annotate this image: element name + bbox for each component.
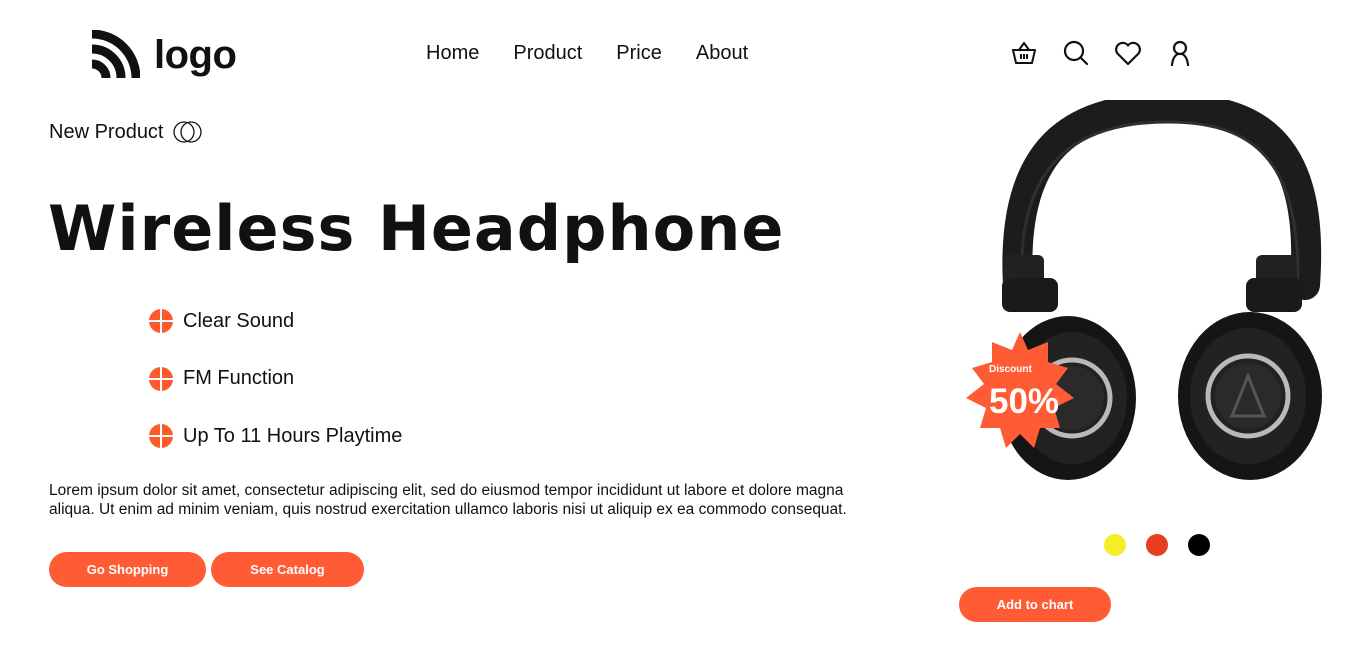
rings-icon [172,121,202,143]
nav-product[interactable]: Product [513,42,582,65]
plus-circle-icon [149,366,173,391]
list-item: Up To 11 Hours Playtime [149,423,402,449]
feature-label: Up To 11 Hours Playtime [183,424,403,447]
see-catalog-button[interactable]: See Catalog [211,552,364,587]
header-icons [1010,38,1194,68]
color-swatch-red[interactable] [1146,534,1168,556]
color-swatch-black[interactable] [1188,534,1210,556]
product-description: Lorem ipsum dolor sit amet, consectetur … [49,482,847,518]
search-icon[interactable] [1062,38,1090,68]
logo[interactable]: logo [90,30,237,80]
add-to-cart-button[interactable]: Add to chart [959,587,1111,622]
user-icon[interactable] [1166,38,1194,68]
page-title: Wireless Headphone [48,192,785,265]
discount-label: Discount [989,364,1032,375]
nav-home[interactable]: Home [426,42,479,65]
color-swatch-yellow[interactable] [1104,534,1126,556]
nav-price[interactable]: Price [616,42,662,65]
logo-text: logo [154,32,237,77]
feature-label: Clear Sound [183,309,295,332]
discount-value: 50% [989,382,1059,421]
new-product-tag: New Product [49,120,204,144]
headphone-image: Discount 50% [966,100,1322,480]
plus-circle-icon [149,309,173,333]
feature-label: FM Function [183,367,295,389]
nav-about[interactable]: About [696,42,748,65]
go-shopping-button[interactable]: Go Shopping [49,552,206,587]
logo-mark-icon [91,30,140,79]
new-product-label: New Product [49,120,164,143]
list-item: Clear Sound [149,308,402,334]
basket-icon[interactable] [1010,38,1038,68]
plus-circle-icon [149,424,173,448]
color-options [1104,534,1210,556]
list-item: FM Function [149,366,402,392]
main-nav: Home Product Price About [426,42,748,65]
heart-icon[interactable] [1114,38,1142,68]
feature-list: Clear Sound FM Function Up To 11 Hours P… [149,308,402,481]
